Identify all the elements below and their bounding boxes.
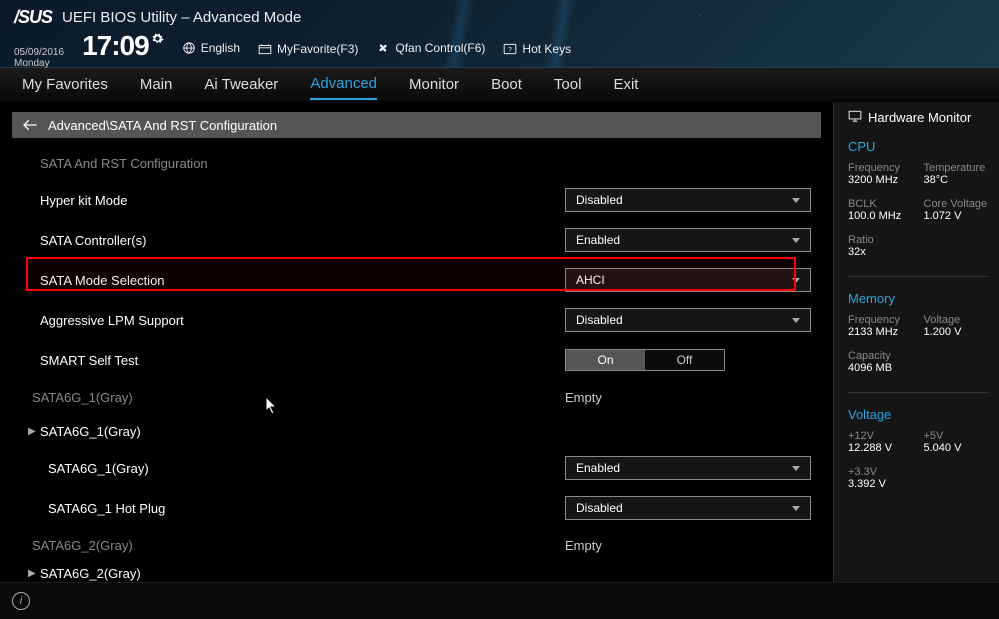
sidebar-title: Hardware Monitor <box>868 110 971 125</box>
mem-freq-value: 2133 MHz <box>848 326 924 338</box>
hyperkit-label: Hyper kit Mode <box>40 193 565 208</box>
hyperkit-dropdown[interactable]: Disabled <box>565 188 811 212</box>
v5-label: +5V <box>924 430 999 442</box>
smart-label: SMART Self Test <box>40 353 565 368</box>
main-panel: Advanced\SATA And RST Configuration SATA… <box>0 102 833 582</box>
time-display[interactable]: 17:09 <box>82 30 164 62</box>
tab-tool[interactable]: Tool <box>554 70 582 99</box>
tab-myfavorites[interactable]: My Favorites <box>22 70 108 99</box>
mem-cap-label: Capacity <box>848 350 924 362</box>
footer-bar: i <box>0 582 999 619</box>
date-text: 05/09/2016 <box>14 47 64 58</box>
brand-logo: /SUS <box>14 7 52 28</box>
tab-monitor[interactable]: Monitor <box>409 70 459 99</box>
breadcrumb-text: Advanced\SATA And RST Configuration <box>48 118 277 133</box>
satamode-dropdown[interactable]: AHCI <box>565 268 811 292</box>
cpu-temp-value: 38°C <box>924 174 999 186</box>
hotkeys-button[interactable]: ? Hot Keys <box>503 42 571 56</box>
controller-dropdown[interactable]: Enabled <box>565 228 811 252</box>
smart-toggle[interactable]: On Off <box>565 349 725 371</box>
cpu-section-title: CPU <box>848 139 999 154</box>
smart-off[interactable]: Off <box>645 350 724 370</box>
monitor-icon <box>848 110 862 125</box>
sata6g2-expand-label[interactable]: SATA6G_2(Gray) <box>40 566 821 581</box>
ratio-value: 32x <box>848 246 924 258</box>
sata6g1-hotplug-label: SATA6G_1 Hot Plug <box>48 501 565 516</box>
svg-text:?: ? <box>509 46 513 53</box>
help-icon: ? <box>503 43 517 55</box>
v33-label: +3.3V <box>848 466 924 478</box>
expand-icon[interactable]: ▶ <box>28 426 36 437</box>
tab-bar: My Favorites Main Ai Tweaker Advanced Mo… <box>0 68 999 102</box>
hardware-monitor-panel: Hardware Monitor CPU Frequency3200 MHz T… <box>834 102 999 582</box>
controller-label: SATA Controller(s) <box>40 233 565 248</box>
v12-label: +12V <box>848 430 924 442</box>
sata6g2-info-label: SATA6G_2(Gray) <box>32 538 565 553</box>
fan-icon <box>376 41 390 55</box>
v33-value: 3.392 V <box>848 478 924 490</box>
lpm-dropdown[interactable]: Disabled <box>565 308 811 332</box>
info-icon[interactable]: i <box>12 592 30 610</box>
mem-cap-value: 4096 MB <box>848 362 924 374</box>
v5-value: 5.040 V <box>924 442 999 454</box>
breadcrumb: Advanced\SATA And RST Configuration <box>12 112 821 138</box>
corevolt-label: Core Voltage <box>924 198 999 210</box>
cpu-freq-value: 3200 MHz <box>848 174 924 186</box>
back-arrow-icon[interactable] <box>22 118 38 132</box>
sata6g2-info-value: Empty <box>565 538 811 553</box>
day-text: Monday <box>14 58 64 69</box>
myfavorite-button[interactable]: MyFavorite(F3) <box>258 42 358 56</box>
sata6g1-info-label: SATA6G_1(Gray) <box>32 390 565 405</box>
qfan-button[interactable]: Qfan Control(F6) <box>376 41 485 55</box>
date-block: 05/09/2016 Monday <box>14 47 64 69</box>
section-heading: SATA And RST Configuration <box>40 156 821 171</box>
tab-exit[interactable]: Exit <box>613 70 638 99</box>
bios-header: /SUS UEFI BIOS Utility – Advanced Mode 0… <box>0 0 999 68</box>
sata6g1-enable-label: SATA6G_1(Gray) <box>48 461 565 476</box>
sata6g1-info-value: Empty <box>565 390 811 405</box>
lpm-label: Aggressive LPM Support <box>40 313 565 328</box>
bclk-value: 100.0 MHz <box>848 210 924 222</box>
sata6g1-hotplug-dropdown[interactable]: Disabled <box>565 496 811 520</box>
expand-icon[interactable]: ▶ <box>28 568 36 579</box>
memory-section-title: Memory <box>848 291 999 306</box>
favorite-icon <box>258 43 272 55</box>
sata6g1-expand-label[interactable]: SATA6G_1(Gray) <box>40 424 821 439</box>
corevolt-value: 1.072 V <box>924 210 999 222</box>
smart-on[interactable]: On <box>566 350 645 370</box>
voltage-section-title: Voltage <box>848 407 999 422</box>
tab-boot[interactable]: Boot <box>491 70 522 99</box>
globe-icon <box>182 41 196 55</box>
cpu-temp-label: Temperature <box>924 162 999 174</box>
bclk-label: BCLK <box>848 198 924 210</box>
tab-main[interactable]: Main <box>140 70 173 99</box>
language-selector[interactable]: English <box>182 41 240 55</box>
mem-freq-label: Frequency <box>848 314 924 326</box>
mem-volt-value: 1.200 V <box>924 326 999 338</box>
bios-title: UEFI BIOS Utility – Advanced Mode <box>62 9 301 26</box>
satamode-label: SATA Mode Selection <box>40 273 565 288</box>
sata6g1-enable-dropdown[interactable]: Enabled <box>565 456 811 480</box>
tab-aitweaker[interactable]: Ai Tweaker <box>204 70 278 99</box>
gear-icon[interactable] <box>151 32 164 48</box>
cpu-freq-label: Frequency <box>848 162 924 174</box>
tab-advanced[interactable]: Advanced <box>310 69 377 100</box>
v12-value: 12.288 V <box>848 442 924 454</box>
ratio-label: Ratio <box>848 234 924 246</box>
mem-volt-label: Voltage <box>924 314 999 326</box>
